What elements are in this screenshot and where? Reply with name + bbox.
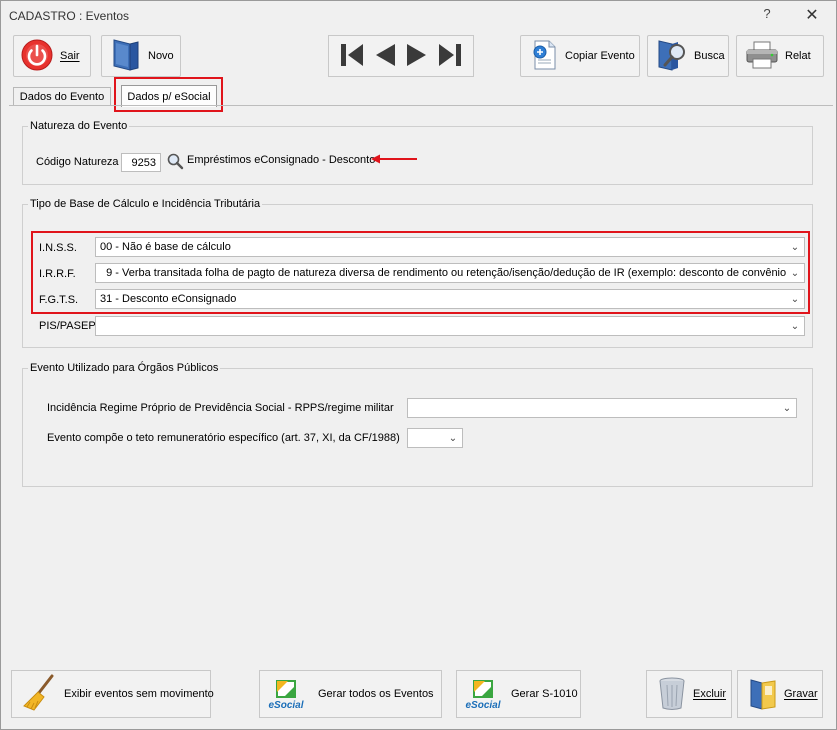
annotation-arrow-icon (371, 154, 417, 164)
esocial-brand: eSocial (465, 699, 501, 711)
rpps-select[interactable]: ⌄ (407, 398, 797, 418)
busca-label: Busca (694, 50, 725, 62)
gravar-label: Gravar (784, 688, 818, 700)
chevron-down-icon: ⌄ (790, 241, 800, 253)
printer-icon (745, 40, 779, 73)
last-record-icon[interactable] (437, 41, 463, 72)
excluir-label: Excluir (693, 688, 727, 700)
relat-button[interactable]: Relat (736, 35, 824, 77)
copy-document-icon (529, 38, 559, 75)
power-icon (20, 38, 54, 75)
relat-label: Relat (785, 50, 811, 62)
window-title: CADASTRO : Eventos (9, 9, 130, 23)
irrf-value: 9 - Verba transitada folha de pagto de n… (100, 267, 786, 279)
first-record-icon[interactable] (339, 41, 365, 72)
tipo-base-group-title: Tipo de Base de Cálculo e Incidência Tri… (28, 198, 263, 210)
inss-label: I.N.S.S. (39, 242, 77, 254)
chevron-down-icon: ⌄ (448, 432, 458, 444)
irrf-label: I.R.R.F. (39, 268, 76, 280)
novo-label: Novo (148, 50, 174, 62)
codigo-natureza-value: 9253 (131, 156, 156, 169)
chevron-down-icon: ⌄ (782, 402, 792, 414)
tab-dados-do-evento-label: Dados do Evento (19, 90, 105, 103)
fgts-value: 31 - Desconto eConsignado (100, 293, 237, 305)
tab-divider (9, 105, 833, 106)
orgaos-group-title: Evento Utilizado para Órgãos Públicos (28, 362, 221, 374)
natureza-descricao: Empréstimos eConsignado - Desconto (187, 154, 376, 166)
gerar-todos-eventos-label: Gerar todos os Eventos (318, 688, 434, 700)
chevron-down-icon: ⌄ (790, 293, 800, 305)
sair-button[interactable]: Sair (13, 35, 91, 77)
help-button[interactable]: ? (753, 6, 781, 26)
tab-dados-do-evento[interactable]: Dados do Evento (13, 87, 111, 105)
cadastro-eventos-window: CADASTRO : Eventos ? ✕ Sair Novo Copiar … (0, 0, 837, 730)
pis-pasep-select[interactable]: ⌄ (95, 316, 805, 336)
esocial-brand: eSocial (268, 699, 304, 711)
irrf-select[interactable]: 9 - Verba transitada folha de pagto de n… (95, 263, 805, 283)
codigo-natureza-label: Código Natureza (36, 156, 119, 168)
gravar-button[interactable]: Gravar (737, 670, 823, 718)
inss-value: 00 - Não é base de cálculo (100, 241, 231, 253)
copiar-evento-button[interactable]: Copiar Evento (520, 35, 640, 77)
close-button[interactable]: ✕ (796, 5, 828, 27)
codigo-natureza-field[interactable]: 9253 (121, 153, 161, 172)
pis-pasep-label: PIS/PASEP (39, 320, 96, 332)
search-icon (656, 38, 688, 75)
magnifier-icon[interactable] (166, 152, 184, 173)
busca-button[interactable]: Busca (647, 35, 729, 77)
previous-record-icon[interactable] (373, 41, 397, 72)
new-document-icon (110, 38, 142, 75)
tab-highlight-box (114, 77, 223, 112)
next-record-icon[interactable] (405, 41, 429, 72)
chevron-down-icon: ⌄ (790, 267, 800, 279)
title-bar: CADASTRO : Eventos ? ✕ (1, 1, 836, 31)
chevron-down-icon: ⌄ (790, 320, 800, 332)
inss-select[interactable]: 00 - Não é base de cálculo ⌄ (95, 237, 805, 257)
save-folder-icon (748, 675, 778, 714)
broom-icon (22, 674, 56, 715)
teto-label: Evento compõe o teto remuneratório espec… (47, 432, 400, 444)
novo-button[interactable]: Novo (101, 35, 181, 77)
record-navigation (328, 35, 474, 77)
esocial-logo-icon: eSocial (463, 678, 503, 711)
gerar-todos-eventos-button[interactable]: eSocial Gerar todos os Eventos (259, 670, 442, 718)
exibir-eventos-button[interactable]: Exibir eventos sem movimento (11, 670, 214, 718)
sair-label: Sair (60, 50, 80, 62)
exibir-eventos-label: Exibir eventos sem movimento (64, 688, 214, 700)
fgts-label: F.G.T.S. (39, 294, 79, 306)
copiar-evento-label: Copiar Evento (565, 50, 635, 62)
excluir-button[interactable]: Excluir (646, 670, 732, 718)
rpps-label: Incidência Regime Próprio de Previdência… (47, 402, 394, 414)
natureza-group-title: Natureza do Evento (28, 120, 130, 132)
gerar-s1010-button[interactable]: eSocial Gerar S-1010 (456, 670, 581, 718)
fgts-select[interactable]: 31 - Desconto eConsignado ⌄ (95, 289, 805, 309)
gerar-s1010-label: Gerar S-1010 (511, 688, 578, 700)
esocial-logo-icon: eSocial (266, 678, 306, 711)
teto-select[interactable]: ⌄ (407, 428, 463, 448)
trash-icon (657, 675, 687, 714)
